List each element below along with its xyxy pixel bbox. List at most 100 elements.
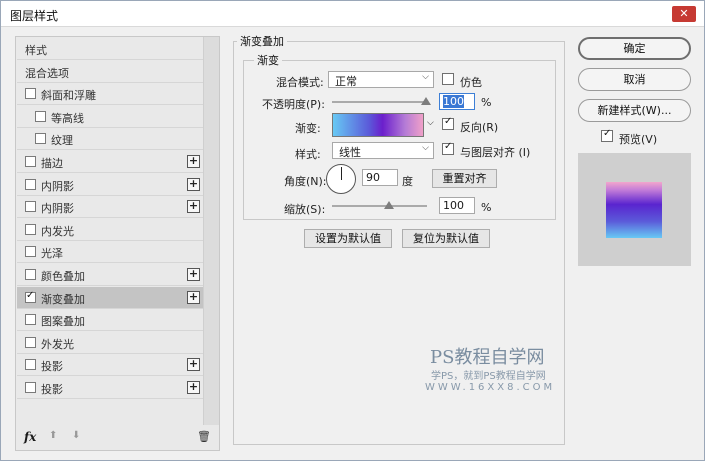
- style-item-checkbox[interactable]: [25, 156, 36, 167]
- opacity-input[interactable]: 100: [439, 93, 475, 110]
- style-list-item[interactable]: 投影 +: [17, 354, 203, 377]
- style-list-item[interactable]: 颜色叠加 +: [17, 264, 203, 286]
- style-item-label: 混合选项: [25, 66, 69, 80]
- style-item-checkbox[interactable]: [25, 88, 36, 100]
- style-item-label: 图案叠加: [41, 315, 85, 329]
- style-list-item[interactable]: 斜面和浮雕: [17, 83, 203, 106]
- fx-icon[interactable]: fx: [24, 430, 36, 444]
- add-effect-icon[interactable]: +: [187, 268, 200, 281]
- style-item-checkbox[interactable]: [35, 110, 46, 122]
- new-style-button[interactable]: 新建样式(W)...: [578, 99, 691, 122]
- gradient-picker[interactable]: [332, 113, 424, 137]
- add-effect-icon[interactable]: +: [187, 200, 200, 214]
- style-list-item[interactable]: 外发光: [17, 332, 203, 354]
- style-list-item[interactable]: 内阴影 +: [17, 196, 203, 219]
- style-list-item[interactable]: 描边 +: [17, 151, 203, 173]
- reverse-checkbox[interactable]: [442, 116, 454, 130]
- style-list-item[interactable]: 内阴影 +: [17, 174, 203, 196]
- style-item-checkbox[interactable]: [25, 336, 36, 348]
- scale-slider[interactable]: [332, 205, 427, 207]
- angle-label: 角度(N):: [284, 175, 327, 188]
- style-item-checkbox[interactable]: [25, 382, 36, 393]
- style-item-label: 等高线: [51, 111, 84, 125]
- styles-list-panel: 样式混合选项斜面和浮雕等高线纹理描边+内阴影+内阴影+内发光光泽颜色叠加+渐变叠…: [15, 36, 220, 451]
- title-bar: 图层样式 ✕: [1, 1, 704, 27]
- preview-checkbox[interactable]: [601, 128, 613, 142]
- style-item-checkbox[interactable]: [25, 359, 36, 371]
- chevron-down-icon: ⌵: [422, 72, 429, 82]
- reset-alignment-button[interactable]: 重置对齐: [432, 169, 497, 188]
- style-list-item[interactable]: 投影 +: [17, 377, 203, 399]
- dither-checkbox[interactable]: [442, 73, 454, 85]
- opacity-unit: %: [481, 96, 492, 109]
- opacity-value: 100: [443, 95, 464, 108]
- style-item-label: 样式: [25, 44, 47, 57]
- style-item-label: 投影: [41, 360, 63, 374]
- gradient-style-select[interactable]: 线性 ⌵: [332, 142, 434, 159]
- cancel-button[interactable]: 取消: [578, 68, 691, 91]
- blend-mode-select[interactable]: 正常 ⌵: [328, 71, 434, 88]
- opacity-slider[interactable]: [332, 101, 427, 103]
- style-list-item[interactable]: 光泽: [17, 241, 203, 264]
- dialog-title: 图层样式: [10, 9, 59, 23]
- style-item-checkbox[interactable]: [25, 314, 36, 326]
- style-item-label: 投影: [41, 383, 63, 396]
- opacity-slider-thumb[interactable]: [421, 97, 431, 105]
- styles-list-footer: fx ⬆ ⬇ 🗑: [16, 424, 219, 450]
- styles-list-scrollbar[interactable]: [203, 37, 219, 425]
- style-item-label: 内阴影: [41, 202, 74, 216]
- angle-dial[interactable]: [326, 164, 356, 194]
- style-preview: [578, 153, 691, 266]
- style-list-item[interactable]: 纹理: [17, 128, 203, 151]
- chevron-down-icon: ⌵: [422, 143, 429, 153]
- close-button[interactable]: ✕: [672, 6, 696, 22]
- style-item-label: 纹理: [51, 134, 73, 148]
- style-item-label: 外发光: [41, 337, 74, 351]
- style-item-checkbox[interactable]: [25, 246, 36, 258]
- style-item-checkbox[interactable]: [25, 223, 36, 235]
- reverse-label: 反向(R): [460, 121, 499, 134]
- align-with-layer-checkbox[interactable]: [442, 141, 454, 155]
- blend-mode-label: 混合模式:: [276, 76, 324, 89]
- style-list-item[interactable]: 等高线: [17, 106, 203, 128]
- reset-to-default-button[interactable]: 复位为默认值: [402, 229, 490, 248]
- style-item-label: 斜面和浮雕: [41, 89, 96, 103]
- angle-input[interactable]: 90: [362, 169, 398, 186]
- add-effect-icon[interactable]: +: [187, 381, 200, 394]
- style-item-checkbox[interactable]: [25, 290, 36, 303]
- gradient-subgroup-title: 渐变: [254, 52, 282, 68]
- layer-style-dialog: 图层样式 ✕ 样式 混合选项 斜面和浮雕 等高线 纹理 描边 + 内阴影 + 内阴影 + 内发光 光泽颜…: [0, 0, 705, 461]
- preview-gradient-swatch: [606, 182, 662, 238]
- trash-icon[interactable]: 🗑: [197, 430, 211, 443]
- style-list-item[interactable]: 渐变叠加 +: [17, 286, 203, 309]
- add-effect-icon[interactable]: +: [187, 358, 200, 372]
- style-item-checkbox[interactable]: [25, 269, 36, 280]
- gradient-chevron-down-icon[interactable]: ⌵: [427, 118, 434, 128]
- blend-mode-value: 正常: [335, 75, 357, 88]
- move-down-icon[interactable]: ⬇: [72, 430, 80, 441]
- watermark-slogan: 学PS，就到PS教程自学网: [431, 371, 546, 382]
- style-item-label: 颜色叠加: [41, 270, 85, 283]
- style-item-checkbox[interactable]: [25, 178, 36, 190]
- style-item-checkbox[interactable]: [25, 201, 36, 213]
- gradient-style-value: 线性: [339, 146, 361, 159]
- style-item-checkbox[interactable]: [35, 133, 46, 145]
- align-with-layer-label: 与图层对齐 (I): [460, 146, 531, 159]
- style-list-item[interactable]: 样式: [17, 38, 203, 60]
- scale-input[interactable]: 100: [439, 197, 475, 214]
- set-as-default-button[interactable]: 设置为默认值: [304, 229, 392, 248]
- add-effect-icon[interactable]: +: [187, 290, 200, 304]
- move-up-icon[interactable]: ⬆: [49, 430, 57, 441]
- ok-button[interactable]: 确定: [578, 37, 691, 60]
- gradient-label: 渐变:: [295, 122, 321, 135]
- scale-slider-thumb[interactable]: [384, 201, 394, 209]
- scale-label: 缩放(S):: [284, 203, 326, 216]
- style-item-label: 渐变叠加: [41, 292, 85, 306]
- style-list-item[interactable]: 内发光: [17, 219, 203, 241]
- add-effect-icon[interactable]: +: [187, 155, 200, 168]
- add-effect-icon[interactable]: +: [187, 177, 200, 191]
- preview-label: 预览(V): [619, 133, 658, 146]
- style-list-item[interactable]: 图案叠加: [17, 309, 203, 332]
- style-item-label: 内阴影: [41, 179, 74, 193]
- style-list-item[interactable]: 混合选项: [17, 61, 203, 83]
